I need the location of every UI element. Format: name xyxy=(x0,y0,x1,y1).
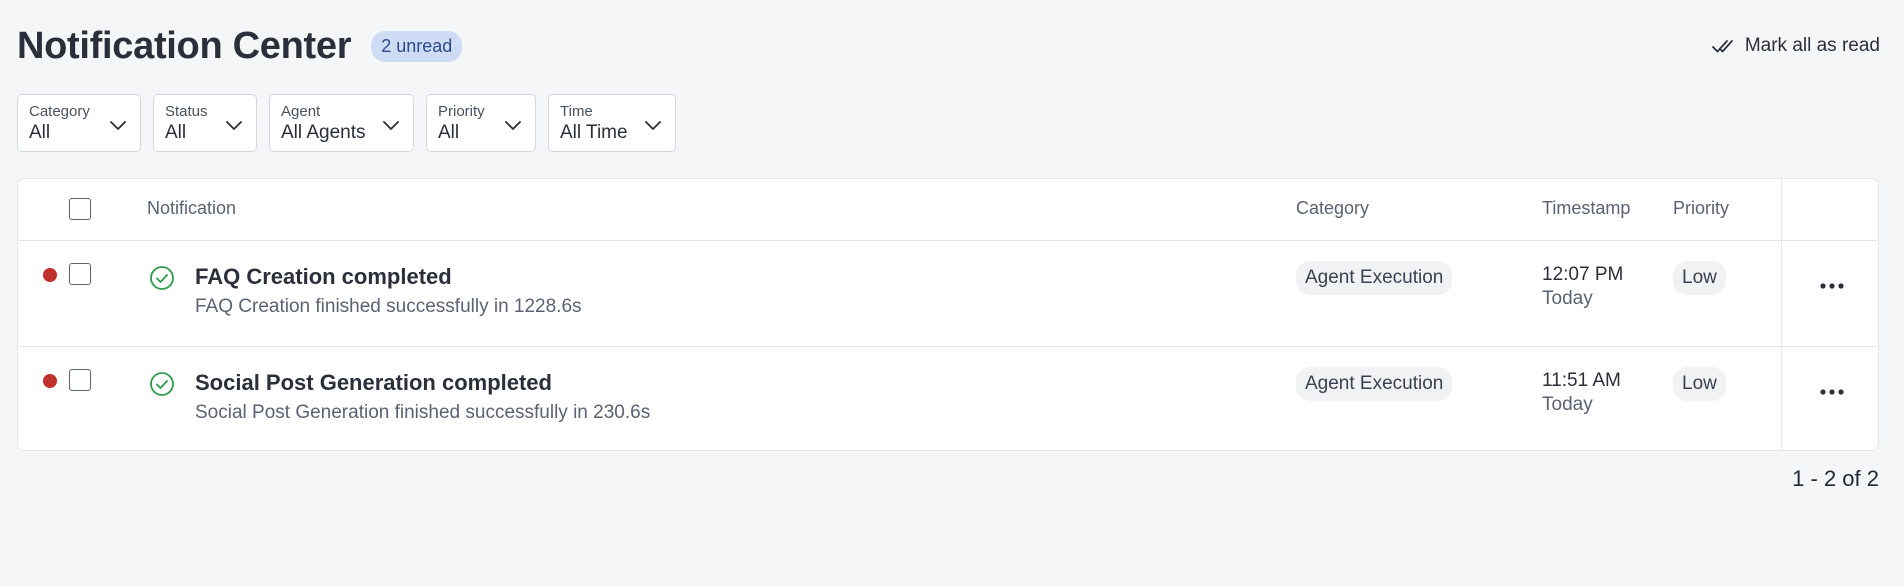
notification-description: Social Post Generation finished successf… xyxy=(195,402,651,423)
agent-filter[interactable]: Agent All Agents xyxy=(269,94,414,152)
timestamp-day: Today xyxy=(1542,288,1593,309)
check-circle-icon xyxy=(150,372,174,396)
column-header-category: Category xyxy=(1296,198,1370,218)
column-header-timestamp: Timestamp xyxy=(1542,198,1631,218)
select-all-checkbox[interactable] xyxy=(69,198,91,220)
column-header-notification: Notification xyxy=(147,198,237,218)
table-header: Notification Category Timestamp Priority xyxy=(18,179,1878,241)
pagination-summary: 1 - 2 of 2 xyxy=(1792,466,1879,491)
chevron-down-icon xyxy=(383,121,399,130)
chevron-down-icon xyxy=(645,121,661,130)
table-row[interactable]: FAQ Creation completed FAQ Creation fini… xyxy=(18,240,1878,347)
double-check-icon xyxy=(1711,40,1733,53)
row-checkbox[interactable] xyxy=(69,263,91,285)
status-filter[interactable]: Status All xyxy=(153,94,257,152)
category-chip: Agent Execution xyxy=(1296,367,1453,401)
priority-chip: Low xyxy=(1673,261,1726,295)
page-title: Notification Center xyxy=(17,24,352,67)
mark-all-read-label: Mark all as read xyxy=(1744,35,1880,56)
page-header: Notification Center 2 unread Mark all as… xyxy=(17,22,1887,70)
priority-chip: Low xyxy=(1673,367,1726,401)
timestamp-time: 11:51 AM xyxy=(1542,370,1621,391)
notifications-table: Notification Category Timestamp Priority… xyxy=(17,178,1879,451)
unread-indicator xyxy=(43,268,57,282)
chevron-down-icon xyxy=(110,121,126,130)
more-options-icon[interactable] xyxy=(1817,276,1847,296)
filter-bar: Category All Status All Agent All Agents… xyxy=(17,94,676,152)
category-filter[interactable]: Category All xyxy=(17,94,141,152)
unread-indicator xyxy=(43,374,57,388)
more-options-icon[interactable] xyxy=(1817,382,1847,402)
notification-title[interactable]: Social Post Generation completed xyxy=(195,370,552,396)
mark-all-read-button[interactable]: Mark all as read xyxy=(1711,34,1880,58)
unread-count-badge: 2 unread xyxy=(371,30,463,62)
column-header-priority: Priority xyxy=(1673,198,1730,218)
chevron-down-icon xyxy=(226,121,242,130)
priority-filter[interactable]: Priority All xyxy=(426,94,536,152)
timestamp-day: Today xyxy=(1542,394,1593,415)
category-chip: Agent Execution xyxy=(1296,261,1453,295)
notification-title[interactable]: FAQ Creation completed xyxy=(195,264,452,290)
row-checkbox[interactable] xyxy=(69,369,91,391)
notification-description: FAQ Creation finished successfully in 12… xyxy=(195,296,582,317)
table-row[interactable]: Social Post Generation completed Social … xyxy=(18,346,1878,452)
check-circle-icon xyxy=(150,266,174,290)
time-filter[interactable]: Time All Time xyxy=(548,94,676,152)
chevron-down-icon xyxy=(505,121,521,130)
timestamp-time: 12:07 PM xyxy=(1542,264,1624,285)
